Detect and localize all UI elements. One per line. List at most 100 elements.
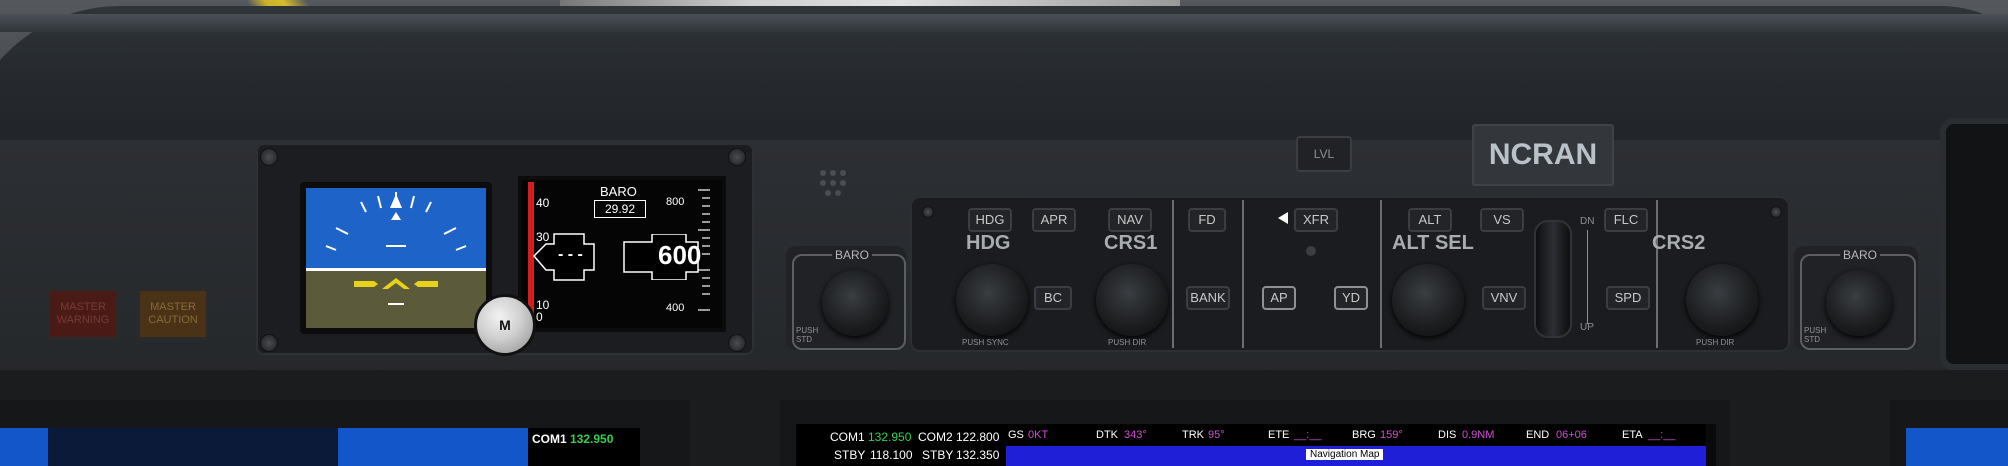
bank-scale-icon bbox=[325, 192, 467, 305]
crs2-knob-label: CRS2 bbox=[1652, 232, 1706, 254]
divider bbox=[1172, 200, 1174, 348]
screw-icon bbox=[260, 148, 278, 166]
crs2-push-label: PUSH DIR bbox=[1696, 338, 1735, 347]
hdg-push-label: PUSH SYNC bbox=[962, 338, 1009, 347]
left-display: COM1 132.950 bbox=[0, 428, 640, 466]
pitch-wheel[interactable] bbox=[1534, 220, 1572, 338]
baro-setting: 29.92 bbox=[594, 200, 646, 218]
com-frequency-box: COM1 132.950 COM2 122.800 STBY 118.100 S… bbox=[796, 424, 1006, 466]
screw-icon bbox=[728, 334, 746, 352]
airspeed-tick: 0 bbox=[536, 310, 543, 324]
baro-knob-left[interactable] bbox=[822, 270, 888, 336]
altitude-tick: 400 bbox=[666, 302, 685, 314]
fd-button[interactable]: FD bbox=[1188, 208, 1226, 232]
altsel-knob-label: ALT SEL bbox=[1392, 232, 1474, 254]
attitude-indicator bbox=[300, 182, 492, 334]
dtk-label: DTK bbox=[1096, 429, 1118, 441]
flc-button[interactable]: FLC bbox=[1604, 208, 1648, 232]
bc-button[interactable]: BC bbox=[1034, 286, 1072, 310]
baro-left-label: BARO bbox=[832, 248, 873, 262]
com2-label: COM2 bbox=[918, 430, 953, 444]
lvl-button[interactable]: LVL bbox=[1296, 136, 1352, 172]
crs1-push-label: PUSH DIR bbox=[1108, 338, 1147, 347]
divider bbox=[1656, 200, 1658, 348]
divider bbox=[1380, 200, 1382, 348]
dis-value: 0.9NM bbox=[1462, 429, 1495, 441]
screw-icon bbox=[922, 206, 934, 218]
stby1-value[interactable]: 118.100 bbox=[870, 448, 913, 462]
baro-right-push-label: PUSH STD bbox=[1804, 326, 1827, 344]
wheel-dn-label: DN bbox=[1580, 216, 1595, 227]
master-warning-label: MASTER WARNING bbox=[56, 301, 110, 326]
standby-mode-knob[interactable]: M bbox=[474, 294, 536, 356]
wheel-arrow-line bbox=[1587, 230, 1588, 324]
display-panel-area bbox=[48, 428, 338, 466]
xfr-arrow-icon bbox=[1278, 212, 1288, 224]
dtk-value: 343° bbox=[1124, 429, 1147, 441]
crs1-knob-label: CRS1 bbox=[1104, 232, 1158, 254]
spd-button[interactable]: SPD bbox=[1606, 286, 1650, 310]
vs-button[interactable]: VS bbox=[1480, 208, 1524, 232]
master-warning-button[interactable]: MASTER WARNING bbox=[47, 288, 119, 340]
ap-button[interactable]: AP bbox=[1262, 286, 1296, 310]
nav-button[interactable]: NAV bbox=[1108, 208, 1152, 232]
master-caution-button[interactable]: MASTER CAUTION bbox=[137, 288, 209, 340]
xfr-button[interactable]: XFR bbox=[1294, 208, 1338, 232]
xfr-indicator-light bbox=[1306, 246, 1316, 256]
com1-value: 132.950 bbox=[570, 432, 614, 446]
center-display: COM1 132.950 COM2 122.800 STBY 118.100 S… bbox=[796, 424, 1716, 466]
trk-value: 95° bbox=[1208, 429, 1225, 441]
baro-right-label: BARO bbox=[1840, 248, 1881, 262]
right-display-bezel bbox=[1940, 118, 2008, 370]
speaker-grille bbox=[818, 168, 848, 198]
brg-label: BRG bbox=[1352, 429, 1376, 441]
display-softkey-area bbox=[0, 428, 48, 466]
screw-icon bbox=[1770, 206, 1782, 218]
crs2-knob[interactable] bbox=[1686, 264, 1758, 336]
baro-label: BARO bbox=[600, 184, 637, 199]
brg-value: 159° bbox=[1380, 429, 1403, 441]
eta-label: ETA bbox=[1622, 429, 1643, 441]
baro-knob-right[interactable] bbox=[1826, 270, 1892, 336]
gs-value: 0KT bbox=[1028, 429, 1049, 441]
wheel-up-label: UP bbox=[1580, 322, 1594, 333]
nav-data-bar: GS 0KT DTK 343° TRK 95° ETE __:__ BRG 15… bbox=[1006, 424, 1706, 446]
aircraft-symbol-icon bbox=[354, 278, 438, 289]
hdg-button[interactable]: HDG bbox=[968, 208, 1012, 232]
end-label: END bbox=[1526, 429, 1550, 441]
crs1-knob[interactable] bbox=[1096, 264, 1168, 336]
bank-button[interactable]: BANK bbox=[1186, 286, 1230, 310]
gs-label: GS bbox=[1008, 429, 1024, 441]
master-caution-label: MASTER CAUTION bbox=[148, 301, 198, 326]
divider bbox=[1242, 200, 1244, 348]
vnv-button[interactable]: VNV bbox=[1482, 286, 1526, 310]
ete-value: __:__ bbox=[1294, 429, 1322, 441]
hdg-knob[interactable] bbox=[956, 264, 1028, 336]
airspeed-tick: 40 bbox=[536, 196, 550, 210]
com-box: COM1 132.950 bbox=[528, 428, 640, 466]
yd-button[interactable]: YD bbox=[1334, 286, 1368, 310]
altsel-knob[interactable] bbox=[1392, 264, 1464, 336]
right-lower-display bbox=[1906, 428, 2008, 466]
end-value: 06+06 bbox=[1556, 429, 1587, 441]
com1-label: COM1 bbox=[830, 430, 865, 444]
apr-button[interactable]: APR bbox=[1032, 208, 1076, 232]
navigation-map[interactable]: Navigation Map bbox=[1006, 446, 1706, 466]
com2-active[interactable]: 122.800 bbox=[956, 430, 999, 444]
display-field-area bbox=[338, 428, 528, 466]
stby1-label: STBY bbox=[834, 448, 866, 462]
com1-label: COM1 bbox=[532, 432, 567, 446]
trk-label: TRK bbox=[1182, 429, 1204, 441]
stby2-value[interactable]: 132.350 bbox=[956, 448, 999, 462]
dis-label: DIS bbox=[1438, 429, 1457, 441]
mode-knob-label: M bbox=[499, 317, 511, 333]
screw-icon bbox=[260, 334, 278, 352]
standby-airspeed-altimeter-screen: 40 30 20 10 0 - - - BARO 29.92 800 400 6… bbox=[518, 176, 726, 332]
altitude-readout: 600 bbox=[658, 240, 702, 270]
hdg-knob-label: HDG bbox=[966, 232, 1011, 254]
alt-button[interactable]: ALT bbox=[1408, 208, 1452, 232]
altitude-tick: 800 bbox=[666, 196, 685, 208]
stby2-label: STBY bbox=[922, 448, 954, 462]
com1-active[interactable]: 132.950 bbox=[868, 430, 911, 444]
baro-left-push-label: PUSH STD bbox=[796, 326, 819, 344]
